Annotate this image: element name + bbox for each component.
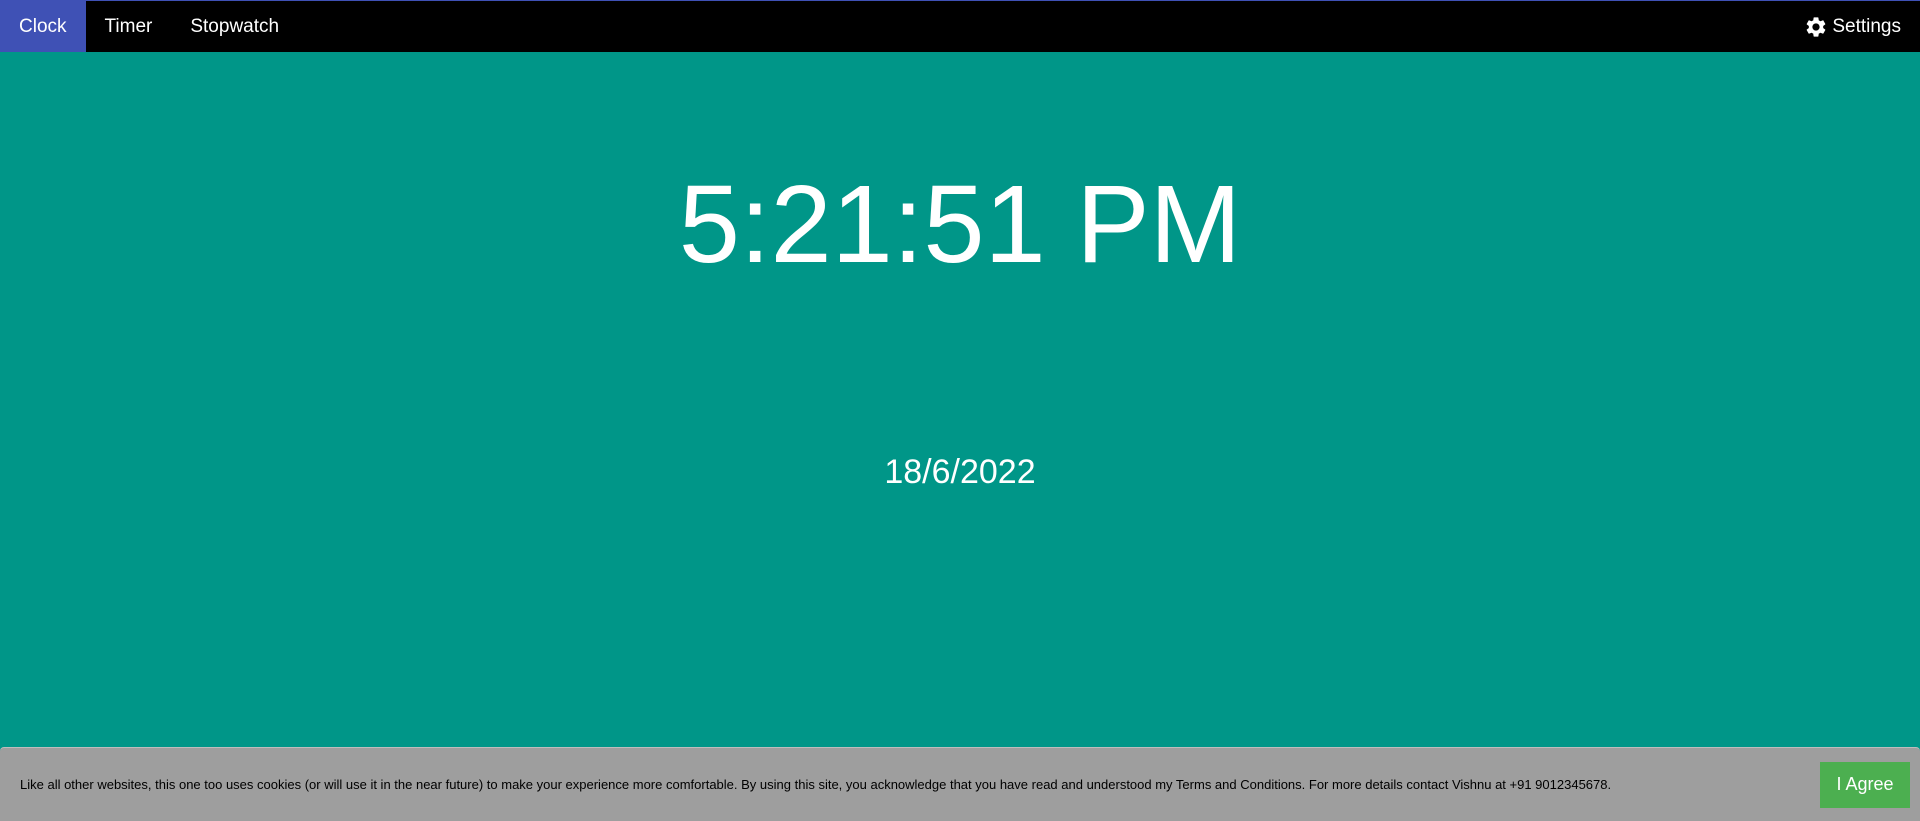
clock-date: 18/6/2022 [884, 453, 1036, 491]
settings-button[interactable]: Settings [1804, 1, 1920, 52]
tab-timer[interactable]: Timer [86, 1, 172, 52]
cookie-message: Like all other websites, this one too us… [20, 776, 1612, 792]
clock-time: 5:21:51 PM [678, 163, 1242, 286]
tab-clock[interactable]: Clock [0, 1, 86, 52]
settings-label: Settings [1832, 15, 1901, 37]
gear-icon [1804, 15, 1828, 39]
tab-stopwatch-label: Stopwatch [190, 15, 280, 37]
top-navbar: Clock Timer Stopwatch Settings [0, 0, 1920, 52]
agree-button[interactable]: I Agree [1820, 761, 1910, 808]
cookie-banner: Like all other websites, this one too us… [0, 747, 1920, 821]
tab-stopwatch[interactable]: Stopwatch [171, 1, 298, 52]
tab-timer-label: Timer [104, 15, 153, 37]
tab-clock-label: Clock [19, 15, 67, 37]
